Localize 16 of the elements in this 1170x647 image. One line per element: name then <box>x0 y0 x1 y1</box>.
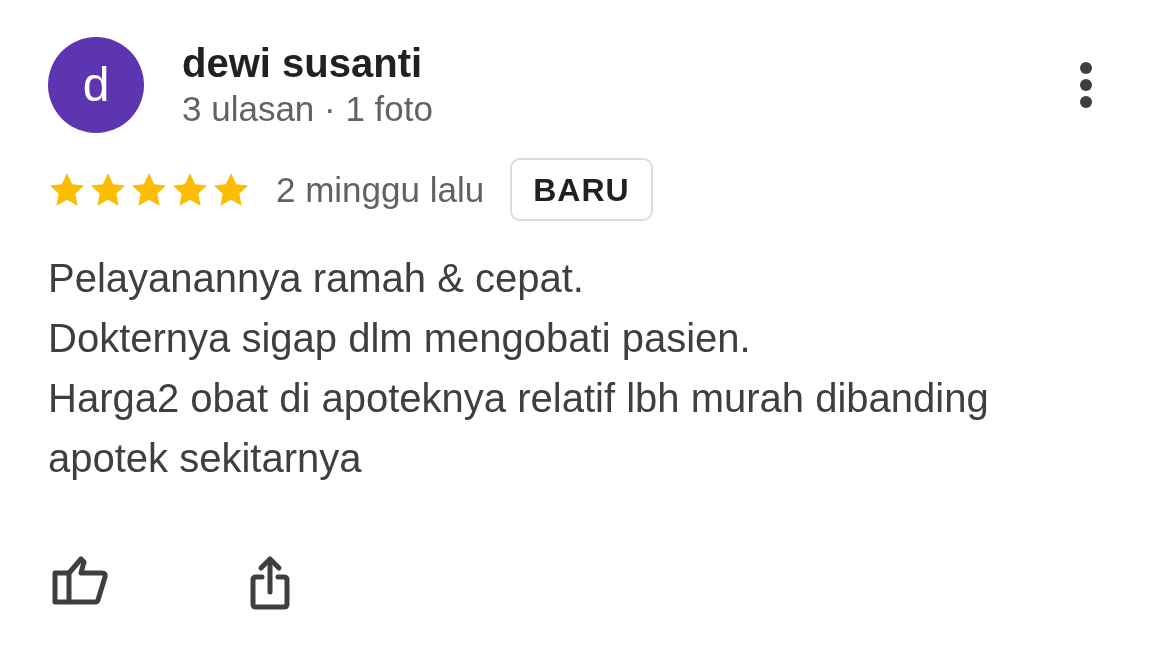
star-icon <box>171 171 209 208</box>
avatar[interactable]: d <box>48 37 144 133</box>
share-button[interactable] <box>248 555 292 611</box>
review-text: Pelayanannya ramah & cepat. Dokternya sigap dlm mengobati pasien. Harga2 obat di apoteknya relatif lbh murah dibanding apotek sekitarnya <box>48 255 990 482</box>
star-icon <box>130 171 168 208</box>
reviewer-meta: 3 ulasan · 1 foto <box>182 88 433 130</box>
star-icon <box>89 171 127 208</box>
more-icon <box>1080 62 1092 108</box>
review-time: 2 minggu lalu <box>276 168 485 211</box>
star-icon <box>212 171 250 208</box>
star-icon <box>48 171 86 208</box>
share-icon <box>248 555 292 611</box>
thumbs-up-icon <box>52 555 108 605</box>
new-badge: BARU <box>510 158 653 221</box>
reviewer-name[interactable]: dewi susanti <box>182 38 433 88</box>
like-button[interactable] <box>52 555 108 605</box>
